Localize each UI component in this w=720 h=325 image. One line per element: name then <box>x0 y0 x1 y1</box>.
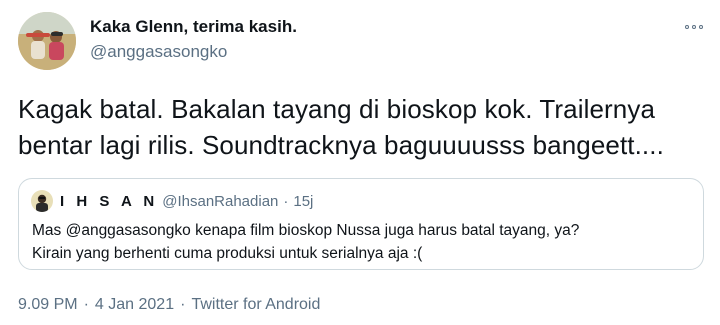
quoted-tweet-header: I H S A N @IhsanRahadian · 15j <box>31 190 313 212</box>
author-handle[interactable]: @anggasasongko <box>90 41 297 63</box>
tweet-date[interactable]: 4 Jan 2021 <box>95 296 174 314</box>
quoted-timestamp: 15j <box>293 192 314 210</box>
more-horizontal-icon <box>685 25 689 29</box>
tweet-meta: 9.09 PM · 4 Jan 2021 · Twitter for Andro… <box>18 296 320 314</box>
author-avatar[interactable] <box>18 12 76 70</box>
tweet-text: Kagak batal. Bakalan tayang di bioskop k… <box>18 91 708 163</box>
more-options-button[interactable] <box>682 20 706 34</box>
quoted-author-handle: @IhsanRahadian <box>162 192 279 210</box>
tweet-card: Kaka Glenn, terima kasih. @anggasasongko… <box>0 0 720 325</box>
meta-separator: · <box>83 296 89 313</box>
quoted-text-line: Mas @anggasasongko kenapa film bioskop N… <box>32 222 580 239</box>
quoted-tweet-text: Mas @anggasasongko kenapa film bioskop N… <box>32 219 692 265</box>
quoted-author-avatar <box>31 190 53 212</box>
quoted-author-name: I H S A N <box>60 192 159 210</box>
meta-separator: · <box>180 296 186 313</box>
author-display-name[interactable]: Kaka Glenn, terima kasih. <box>90 16 297 38</box>
author-info: Kaka Glenn, terima kasih. @anggasasongko <box>90 16 297 63</box>
tweet-text-line: Kagak batal. Bakalan tayang di bioskop k… <box>18 94 656 124</box>
quoted-text-line: Kirain yang berhenti cuma produksi untuk… <box>32 245 423 262</box>
tweet-source-link[interactable]: Twitter for Android <box>191 296 320 314</box>
tweet-time[interactable]: 9.09 PM <box>18 296 78 314</box>
quoted-tweet[interactable]: I H S A N @IhsanRahadian · 15j Mas @angg… <box>18 178 704 270</box>
quoted-separator: · <box>283 192 289 210</box>
tweet-text-line: bentar lagi rilis. Soundtracknya baguuuu… <box>18 130 664 160</box>
